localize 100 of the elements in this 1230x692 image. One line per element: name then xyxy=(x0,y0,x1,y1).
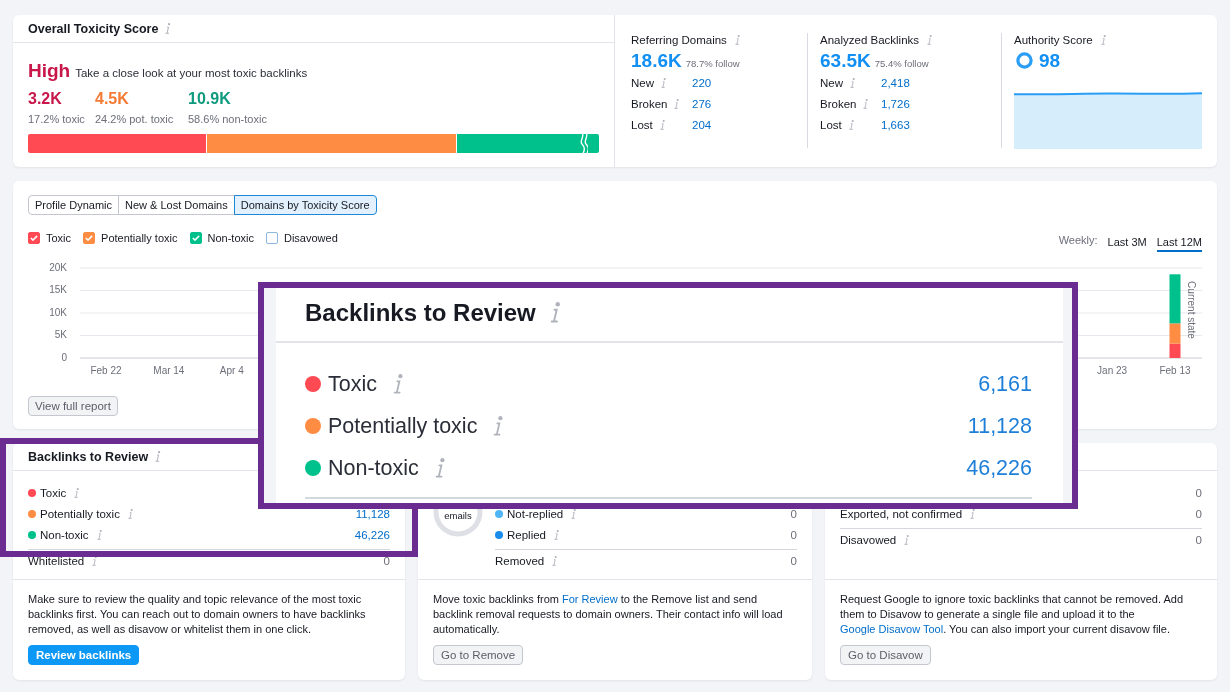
row-label: Potentially toxic xyxy=(40,507,120,520)
x-tick-label: Feb 13 xyxy=(1159,364,1191,376)
row-label: Toxic xyxy=(40,486,67,499)
info-icon xyxy=(1100,35,1106,45)
row-label: Not-replied xyxy=(507,507,564,520)
period-tab[interactable]: Last 3M xyxy=(1107,231,1147,252)
metric-note: 78.7% follow xyxy=(685,58,740,69)
metric-value: 63.5K xyxy=(820,50,871,71)
row-label: Disavowed xyxy=(840,533,897,546)
view-report-button[interactable]: View full report xyxy=(28,396,118,416)
row-value: 0 xyxy=(383,554,390,567)
count-label: Broken xyxy=(820,97,857,110)
count-value[interactable]: 1,663 xyxy=(881,118,910,131)
legend-label: Disavowed xyxy=(283,232,338,244)
info-icon xyxy=(927,35,933,45)
info-icon xyxy=(549,302,561,323)
stat-caption: 24.2% pot. toxic xyxy=(95,112,174,126)
tab[interactable]: New & Lost Domains xyxy=(118,195,235,215)
info-icon xyxy=(554,529,559,540)
checkbox[interactable] xyxy=(83,232,96,244)
count-value[interactable]: 2,418 xyxy=(881,76,910,89)
y-tick-label: 15K xyxy=(49,284,67,296)
checkbox[interactable] xyxy=(265,232,278,244)
checkbox[interactable] xyxy=(189,232,202,244)
row-label: Non-toxic xyxy=(40,528,89,541)
action-button[interactable]: Go to Remove xyxy=(433,645,524,665)
metric-value: 18.6K xyxy=(631,50,682,71)
info-icon xyxy=(674,98,680,109)
row-value: 0 xyxy=(790,507,797,520)
info-icon xyxy=(155,451,161,462)
y-tick-label: 10K xyxy=(49,306,67,318)
count-label: New xyxy=(820,76,843,89)
x-tick-label: Mar 14 xyxy=(153,364,185,376)
metric-title: Authority Score xyxy=(1014,34,1093,46)
y-tick-label: 20K xyxy=(49,261,67,273)
checkmark-icon xyxy=(30,235,38,241)
ring-icon xyxy=(1016,52,1033,69)
count-label: Broken xyxy=(631,97,668,110)
row-value[interactable]: 11,128 xyxy=(967,413,1032,439)
row-value[interactable]: 46,226 xyxy=(966,455,1032,481)
legend-label: Toxic xyxy=(46,232,72,244)
info-icon xyxy=(734,35,740,45)
tab[interactable]: Domains by Toxicity Score xyxy=(233,195,377,215)
info-icon xyxy=(552,555,558,566)
info-icon xyxy=(434,458,445,478)
info-icon xyxy=(659,119,665,130)
stat-value: 3.2K xyxy=(28,90,62,108)
text-link[interactable]: For Review xyxy=(562,593,618,605)
row-value: 0 xyxy=(1195,533,1202,546)
stat-value: 10.9K xyxy=(188,90,231,108)
donut-caption: emails xyxy=(444,509,472,521)
checkbox[interactable] xyxy=(28,232,40,244)
severity-message: Take a close look at your most toxic backlinks xyxy=(75,67,308,79)
row-value[interactable]: 11,128 xyxy=(355,507,390,520)
donut-chart-drawing xyxy=(433,509,483,537)
info-icon xyxy=(661,77,666,88)
action-button[interactable]: Review backlinks xyxy=(28,645,140,665)
description-text: Request Google to ignore toxic backlinks that cannot be removed. Add them to Disavow to generate a single file and upload it to the Google Disavow Tool. You can also import your current disavow file. xyxy=(840,592,1185,637)
count-value[interactable]: 220 xyxy=(692,76,712,89)
info-icon xyxy=(493,416,504,436)
row-label: Non-toxic xyxy=(328,455,419,481)
action-button[interactable]: Go to Disavow xyxy=(840,645,931,665)
row-value[interactable]: 46,226 xyxy=(354,528,390,541)
stat-caption: 58.6% non-toxic xyxy=(188,112,267,126)
card-title: Overall Toxicity Score xyxy=(28,21,159,36)
info-icon xyxy=(848,119,854,130)
description-text: Move toxic backlinks from For Review to the Remove list and send backlink removal requests to domain owners. Their contact info will load automatically. xyxy=(433,592,784,637)
info-icon xyxy=(571,508,577,519)
checkmark-icon xyxy=(191,235,200,241)
row-value[interactable]: 6,161 xyxy=(978,371,1032,397)
annotation-label: Current state xyxy=(1186,281,1198,339)
info-icon xyxy=(74,487,80,498)
row-value: 0 xyxy=(1195,507,1202,520)
metric-title: Referring Domains xyxy=(631,34,727,46)
count-label: New xyxy=(631,76,654,89)
row-label: Exported, not confirmed xyxy=(840,507,963,520)
x-tick-label: Apr 4 xyxy=(219,364,244,376)
metric-note: 75.4% follow xyxy=(874,58,929,69)
y-tick-label: 0 xyxy=(61,351,67,363)
count-value[interactable]: 1,726 xyxy=(881,97,910,110)
row-label: Toxic xyxy=(328,371,377,397)
period-tab[interactable]: Last 12M xyxy=(1156,231,1202,252)
checkmark-icon xyxy=(85,235,94,241)
tab[interactable]: Profile Dynamic xyxy=(28,195,120,215)
severity-label: High xyxy=(28,60,71,82)
row-value: 0 xyxy=(1195,486,1202,499)
y-tick-label: 5K xyxy=(54,329,67,341)
info-icon xyxy=(96,529,102,540)
period-label: Weekly: xyxy=(1058,233,1098,248)
info-icon xyxy=(393,374,403,394)
info-icon xyxy=(863,98,869,109)
count-value[interactable]: 204 xyxy=(692,118,712,131)
count-value[interactable]: 276 xyxy=(692,97,712,110)
info-icon xyxy=(165,23,171,34)
info-icon xyxy=(92,555,98,566)
info-icon xyxy=(904,534,910,545)
metric-value: 98 xyxy=(1039,50,1061,71)
x-tick-label: Feb 22 xyxy=(90,364,122,376)
bar-segment xyxy=(1169,343,1181,358)
stat-caption: 17.2% toxic xyxy=(28,112,85,126)
